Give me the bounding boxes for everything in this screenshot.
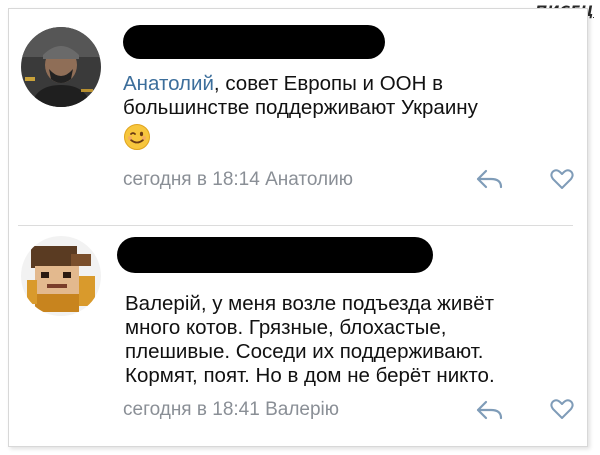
reply-arrow-icon[interactable] — [475, 167, 505, 196]
comments-panel: Анатолий, совет Европы и ООН в большинст… — [8, 8, 588, 447]
comment-meta: сегодня в 18:14 Анатолию — [123, 169, 353, 191]
heart-icon[interactable] — [549, 167, 575, 196]
comment-divider — [18, 225, 573, 226]
comment-text-line: большинстве поддерживают Украину — [123, 96, 478, 119]
redacted-username — [123, 25, 385, 59]
comment-text-line: Кормят, поят. Но в дом не берёт никто. — [125, 364, 495, 387]
avatar[interactable] — [21, 27, 101, 107]
comment-meta: сегодня в 18:41 Валерію — [123, 399, 339, 421]
avatar[interactable] — [21, 236, 101, 316]
comment-time: сегодня в 18:41 — [123, 399, 260, 420]
mention-link[interactable]: Анатолий — [123, 72, 214, 95]
reply-to-link[interactable]: Валерію — [265, 399, 339, 420]
reply-arrow-icon[interactable] — [475, 398, 505, 427]
comment-text-line: Валерій, у меня возле подъезда живёт — [125, 292, 495, 315]
redacted-username — [117, 237, 433, 273]
comment-text-line: плешивые. Соседи их поддерживают. — [125, 340, 484, 363]
comment-time: сегодня в 18:14 — [123, 169, 260, 190]
wink-emoji-icon — [123, 123, 563, 157]
heart-icon[interactable] — [549, 397, 575, 426]
comment-text: Анатолий, совет Европы и ООН в большинст… — [123, 72, 563, 157]
comment-text-line: , совет Европы и ООН в — [213, 72, 443, 95]
comment-text: Валерій, у меня возле подъезда живёт мно… — [125, 292, 565, 388]
comment-text-line: много котов. Грязные, блохастые, — [125, 316, 447, 339]
reply-to-link[interactable]: Анатолию — [265, 169, 353, 190]
